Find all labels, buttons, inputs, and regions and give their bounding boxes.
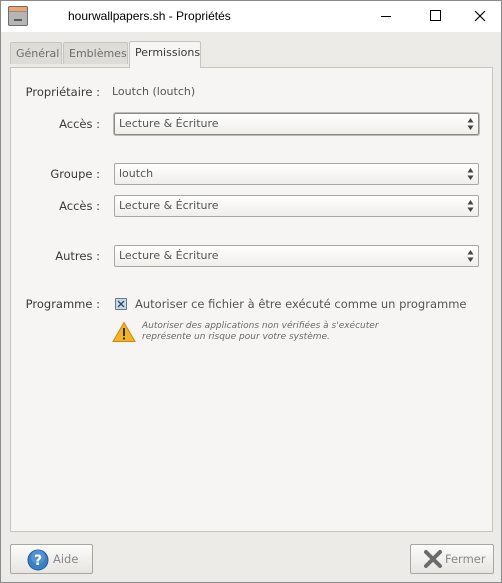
window-title: hourwallpapers.sh - Propriétés (68, 9, 231, 23)
help-icon: ? (27, 549, 49, 571)
tab-general-label: Général (16, 47, 60, 60)
properties-dialog: hourwallpapers.sh - Propriétés Général E… (0, 0, 502, 583)
owner-value: Loutch (loutch) (112, 85, 196, 98)
permissions-panel: Propriétaire : Loutch (loutch) Accès : L… (10, 67, 493, 532)
group-label: Groupe : (50, 167, 100, 181)
group-select[interactable]: loutch (114, 163, 479, 185)
others-access-select[interactable]: Lecture & Écriture (114, 245, 479, 267)
owner-access-select[interactable]: Lecture & Écriture (114, 113, 479, 135)
executable-checkbox[interactable] (115, 298, 127, 310)
close-button-label: Fermer (445, 552, 486, 566)
group-access-label: Accès : (59, 199, 100, 213)
updown-arrows-icon (467, 118, 474, 130)
executable-checkbox-label[interactable]: Autoriser ce fichier à être exécuté comm… (135, 297, 466, 311)
close-window-button[interactable] (457, 1, 502, 32)
group-access-value: Lecture & Écriture (119, 199, 219, 212)
close-button[interactable]: Fermer (410, 544, 494, 574)
owner-access-value: Lecture & Écriture (119, 117, 219, 130)
tab-emblems-label: Emblèmes (69, 47, 127, 60)
warning-line-1: Autoriser des applications non vérifiées… (142, 321, 379, 331)
warning-icon (112, 321, 136, 342)
svg-text:?: ? (34, 553, 42, 569)
owner-access-label: Accès : (59, 117, 100, 131)
security-warning: Autoriser des applications non vérifiées… (142, 321, 422, 343)
updown-arrows-icon (467, 200, 474, 212)
tab-emblems[interactable]: Emblèmes (63, 42, 128, 64)
checkmark-icon (117, 300, 125, 308)
updown-arrows-icon (467, 168, 474, 180)
program-label: Programme : (25, 297, 100, 311)
others-value: Lecture & Écriture (119, 249, 219, 262)
others-label: Autres : (55, 249, 100, 263)
warning-line-2: représente un risque pour votre système. (142, 332, 330, 342)
minimize-button[interactable] (363, 1, 409, 32)
owner-label: Propriétaire : (25, 85, 100, 99)
group-access-select[interactable]: Lecture & Écriture (114, 195, 479, 217)
close-x-icon (424, 550, 442, 568)
maximize-button[interactable] (411, 1, 457, 32)
help-button-label: Aide (53, 552, 79, 566)
help-button[interactable]: ? Aide (10, 544, 93, 574)
close-icon (474, 10, 486, 22)
tab-general[interactable]: Général (10, 42, 62, 64)
updown-arrows-icon (467, 250, 474, 262)
terminal-script-icon (8, 6, 28, 26)
tab-permissions[interactable]: Permissions (129, 41, 201, 68)
title-bar[interactable]: hourwallpapers.sh - Propriétés (1, 1, 501, 32)
group-value: loutch (119, 167, 154, 180)
tab-permissions-label: Permissions (135, 46, 201, 59)
